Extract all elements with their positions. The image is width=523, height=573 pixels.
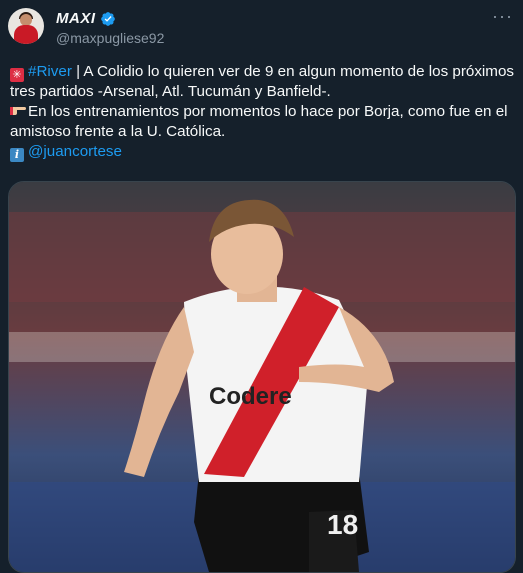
tweet-line-2-text: En los entrenamientos por momentos lo ha… [10,103,508,140]
tweet-line-1: ✳ #River | A Colidio lo quieren ver de 9 … [10,62,515,102]
more-icon[interactable]: ··· [492,6,513,27]
verified-badge-icon [100,11,115,26]
tweet-line-3: i @juancortese [10,142,515,162]
tweet-line-2: En los entrenamientos por momentos lo ha… [10,102,515,142]
mention-link[interactable]: @juancortese [28,143,122,160]
info-emoji-icon: i [10,148,24,162]
pointing-hand-emoji-icon [10,102,26,122]
author-name-row[interactable]: MAXI [56,10,116,27]
avatar-body [14,25,38,44]
author-handle[interactable]: @maxpugliese92 [56,30,164,46]
tweet-photo[interactable]: Codere 18 [8,181,516,573]
author-avatar[interactable] [8,8,44,44]
tweet-text: ✳ #River | A Colidio lo quieren ver de 9 … [10,62,515,162]
tweet-line-1-text: | A Colidio lo quieren ver de 9 en algun… [10,63,514,100]
red-square-emoji-icon: ✳ [10,68,24,82]
shirt-sponsor: Codere [209,383,292,410]
player-photo-illustration: Codere 18 [9,182,515,572]
author-display-name[interactable]: MAXI [56,10,96,27]
hashtag-link[interactable]: #River [28,63,72,80]
shorts-number: 18 [327,509,358,540]
